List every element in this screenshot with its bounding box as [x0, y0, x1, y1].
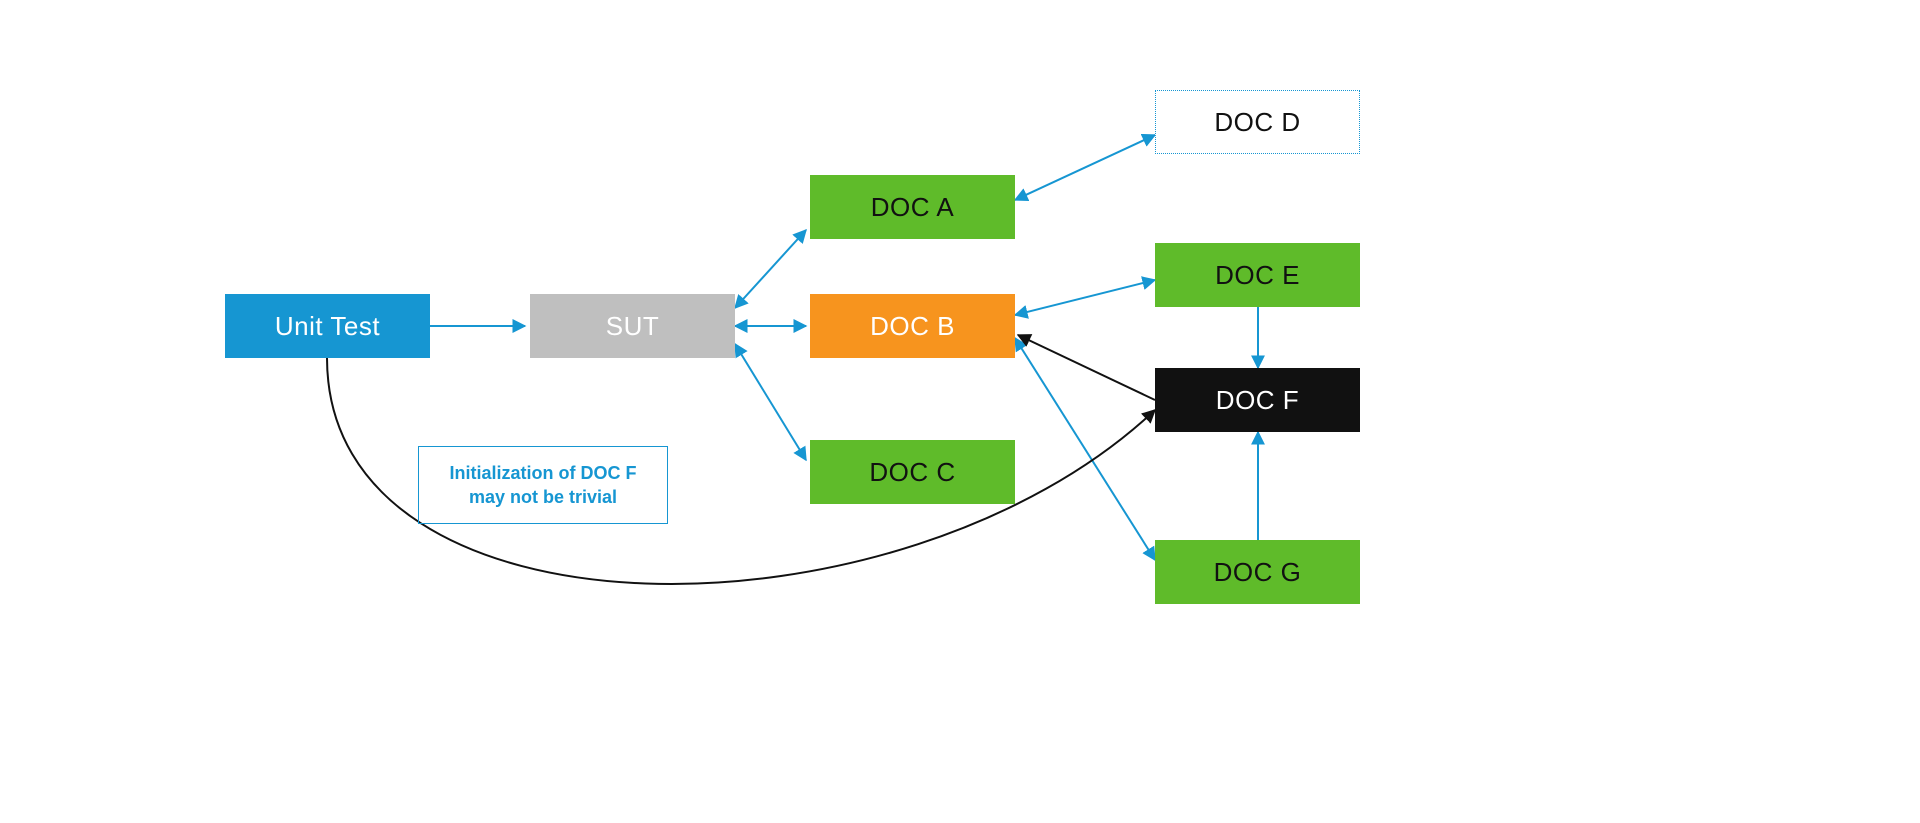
node-doc-b: DOC B [810, 294, 1015, 358]
node-doc-f: DOC F [1155, 368, 1360, 432]
node-doc-d: DOC D [1155, 90, 1360, 154]
node-doc-c: DOC C [810, 440, 1015, 504]
node-sut: SUT [530, 294, 735, 358]
node-doc-g: DOC G [1155, 540, 1360, 604]
diagram-edges [0, 0, 1920, 823]
node-doc-e: DOC E [1155, 243, 1360, 307]
node-doc-a: DOC A [810, 175, 1015, 239]
note-init-doc-f: Initialization of DOC Fmay not be trivia… [418, 446, 668, 524]
node-unit-test: Unit Test [225, 294, 430, 358]
